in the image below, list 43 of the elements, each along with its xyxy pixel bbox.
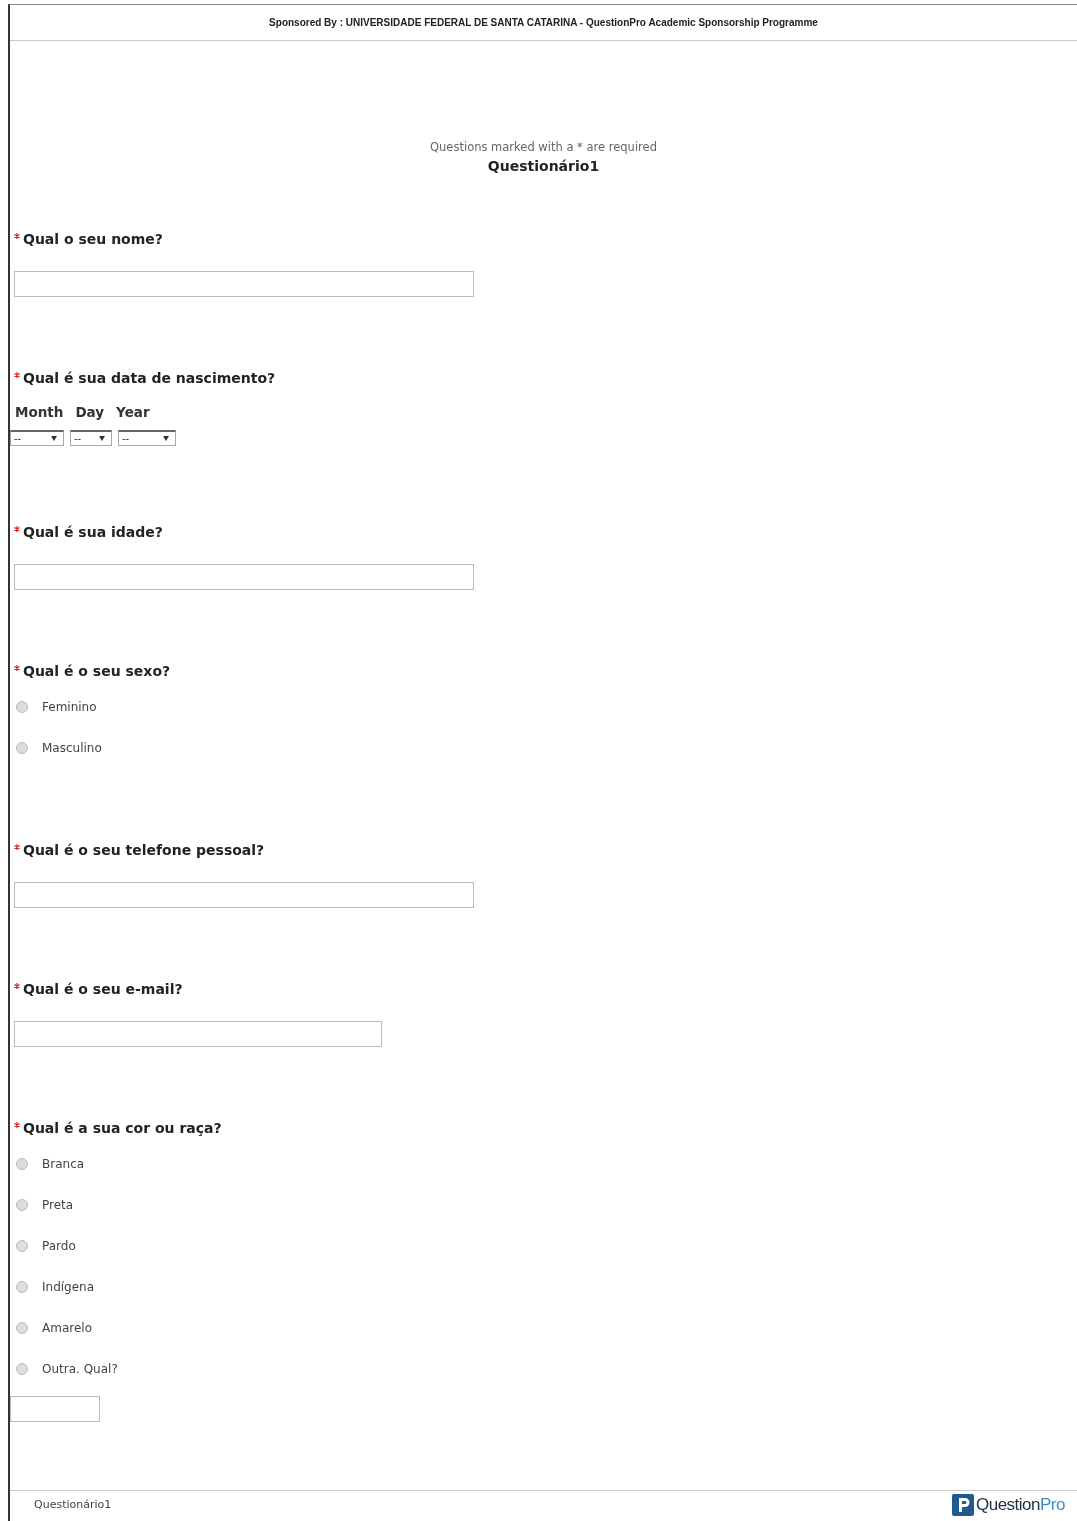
question-title: Qual é a sua cor ou raça? <box>23 1119 222 1136</box>
date-select[interactable]: -- <box>70 429 112 446</box>
radio-button[interactable] <box>16 1281 28 1294</box>
option-label: Branca <box>42 1157 85 1172</box>
radio-button[interactable] <box>16 1322 28 1335</box>
question-title: Qual é sua data de nascimento? <box>23 369 276 386</box>
question-title: Qual é o seu sexo? <box>23 662 171 679</box>
option-label: Feminino <box>42 700 97 715</box>
text-field[interactable] <box>14 270 474 297</box>
footer-title: Questionário1 <box>34 1498 112 1512</box>
dropdown-arrow-icon <box>99 435 105 441</box>
logo-text: QuestionPro <box>976 1494 1065 1515</box>
radio-button[interactable] <box>16 1240 28 1253</box>
date-label: Month <box>15 403 64 420</box>
date-label: Year <box>116 403 150 420</box>
radio-button[interactable] <box>16 1199 28 1212</box>
dropdown-arrow-icon <box>163 435 169 441</box>
logo-icon <box>952 1493 974 1516</box>
text-field[interactable] <box>14 563 474 590</box>
option-label: Amarelo <box>42 1321 92 1336</box>
text-field[interactable] <box>14 881 474 908</box>
option-label: Indígena <box>42 1280 95 1295</box>
radio-button[interactable] <box>16 1158 28 1171</box>
question-title: Qual o seu nome? <box>23 230 163 247</box>
option-label: Preta <box>42 1198 74 1213</box>
text-field[interactable] <box>10 1395 100 1422</box>
sponsor-text: Sponsored By : UNIVERSIDADE FEDERAL DE SANTA CATARINA - QuestionPro Academic Sponsorship Programme <box>269 16 818 28</box>
option-label: Outra. Qual? <box>42 1362 118 1377</box>
text-field[interactable] <box>14 1020 382 1047</box>
survey-title: Questionário1 <box>487 157 600 174</box>
dropdown-arrow-icon <box>51 435 57 441</box>
date-select[interactable]: -- <box>118 429 176 446</box>
radio-button[interactable] <box>16 1363 28 1376</box>
option-label: Pardo <box>42 1239 76 1254</box>
question-title: Qual é sua idade? <box>23 523 163 540</box>
radio-button[interactable] <box>16 742 28 755</box>
date-select[interactable]: -- <box>10 429 64 446</box>
radio-button[interactable] <box>16 701 28 714</box>
date-label: Day <box>75 403 105 420</box>
question-title: Qual é o seu telefone pessoal? <box>23 841 265 858</box>
option-label: Masculino <box>42 741 102 756</box>
question-title: Qual é o seu e-mail? <box>23 980 183 997</box>
required-note: Questions marked with a * are required <box>430 139 657 154</box>
